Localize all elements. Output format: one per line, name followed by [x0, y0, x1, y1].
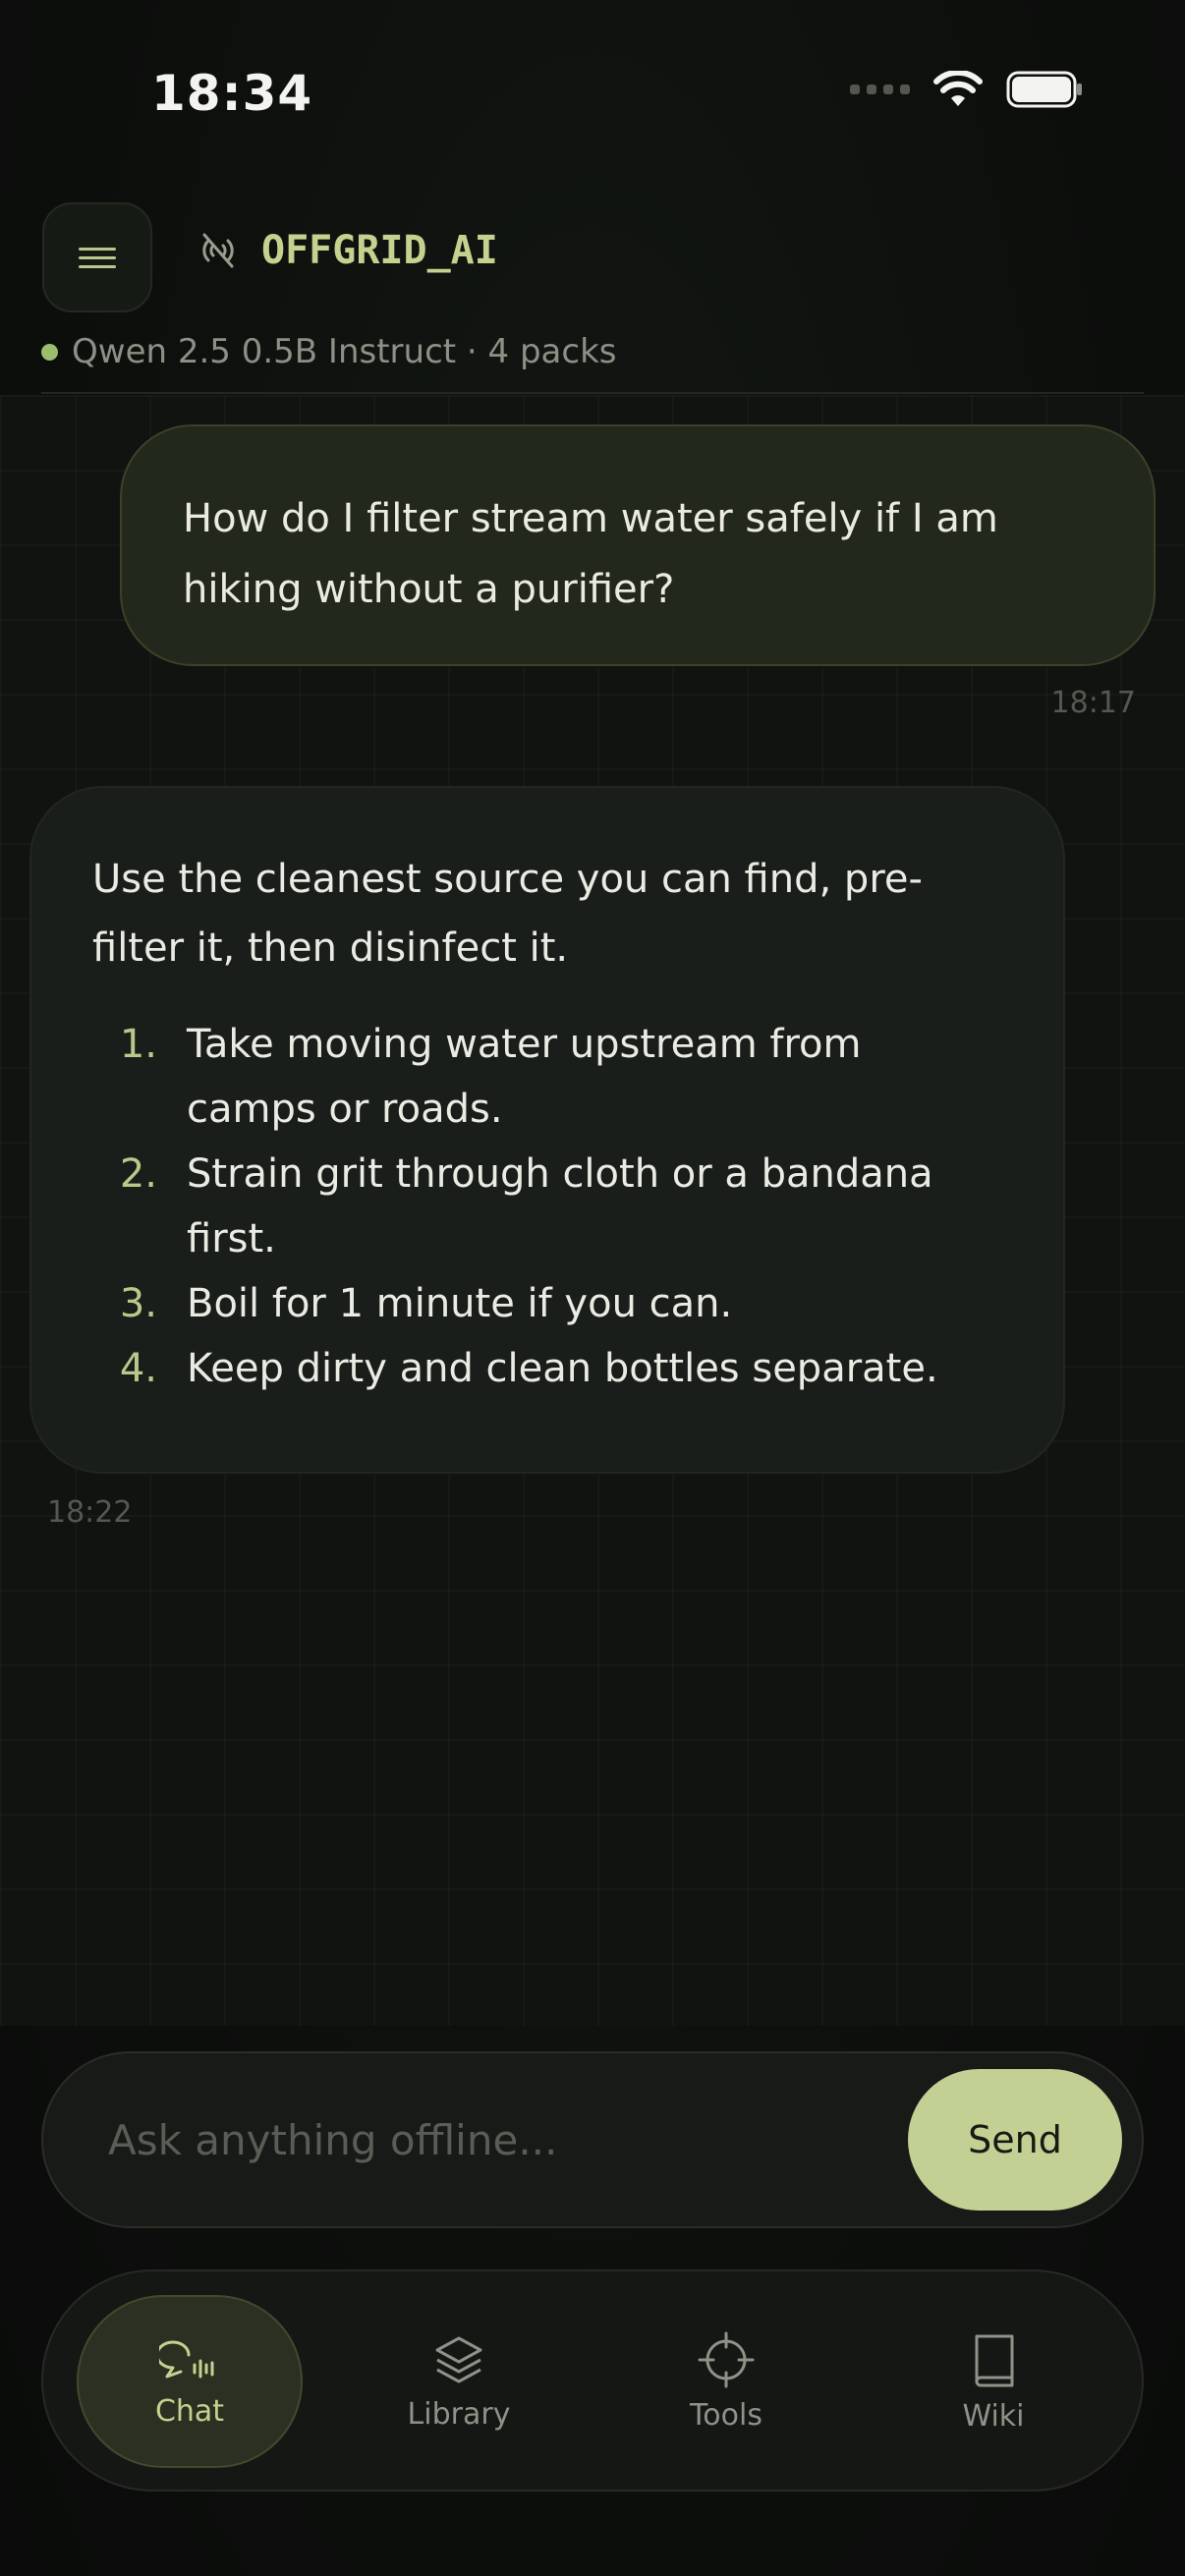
step-text: Boil for 1 minute if you can. [187, 1281, 733, 1326]
model-info: Qwen 2.5 0.5B Instruct · 4 packs [72, 332, 617, 371]
message-input[interactable] [108, 2053, 894, 2226]
wifi-icon [933, 71, 983, 106]
list-item: 1. Take moving water upstream from camps… [92, 1012, 1002, 1142]
crosshair-icon [698, 2331, 755, 2387]
app-screen: 18:34 OFFGRID_AI Qwen 2.5 0.5B Instruct … [0, 0, 1185, 2576]
assistant-steps-list: 1. Take moving water upstream from camps… [92, 1012, 1002, 1401]
send-button[interactable]: Send [908, 2069, 1122, 2211]
model-status: Qwen 2.5 0.5B Instruct · 4 packs [41, 332, 616, 371]
tab-wiki[interactable]: Wiki [880, 2295, 1106, 2468]
bottom-tab-bar: Chat Library Tools Wiki [41, 2269, 1144, 2492]
tab-label: Tools [690, 2397, 762, 2433]
user-message-text: How do I filter stream water safely if I… [183, 496, 998, 612]
app-title: OFFGRID_AI [261, 228, 498, 273]
hamburger-icon [79, 247, 116, 268]
tab-library[interactable]: Library [346, 2295, 572, 2468]
list-item: 4. Keep dirty and clean bottles separate… [92, 1336, 1002, 1401]
tab-label: Library [407, 2396, 511, 2432]
message-composer: Send [41, 2051, 1144, 2228]
step-number: 1. [119, 1022, 157, 1067]
list-item: 3. Boil for 1 minute if you can. [92, 1271, 1002, 1336]
step-number: 4. [119, 1346, 157, 1391]
header-divider [41, 392, 1144, 394]
list-item: 2. Strain grit through cloth or a bandan… [92, 1142, 1002, 1271]
book-icon [975, 2334, 1014, 2386]
user-message-bubble: How do I filter stream water safely if I… [120, 424, 1156, 666]
tab-chat[interactable]: Chat [77, 2295, 303, 2468]
step-text: Strain grit through cloth or a bandana f… [187, 1151, 933, 1261]
status-time: 18:34 [151, 65, 313, 122]
step-text: Keep dirty and clean bottles separate. [187, 1346, 938, 1391]
layers-icon [435, 2336, 482, 2382]
tab-label: Wiki [962, 2398, 1025, 2434]
step-number: 2. [119, 1151, 157, 1197]
app-brand: OFFGRID_AI [197, 228, 498, 273]
cellular-icon [850, 84, 910, 94]
status-dot [41, 343, 58, 361]
status-icons [850, 71, 1083, 108]
battery-icon [1006, 71, 1082, 108]
assistant-message-time: 18:22 [47, 1495, 133, 1530]
offline-signal-icon [202, 233, 234, 268]
assistant-intro: Use the cleanest source you can find, pr… [92, 857, 923, 971]
step-text: Take moving water upstream from camps or… [187, 1022, 862, 1132]
tab-label: Chat [154, 2393, 225, 2429]
step-number: 3. [119, 1281, 157, 1326]
chat-voice-icon [159, 2340, 214, 2378]
assistant-message-bubble: Use the cleanest source you can find, pr… [29, 786, 1065, 1474]
user-message-time: 18:17 [1050, 686, 1136, 720]
menu-button[interactable] [42, 202, 152, 312]
tab-tools[interactable]: Tools [613, 2295, 839, 2468]
